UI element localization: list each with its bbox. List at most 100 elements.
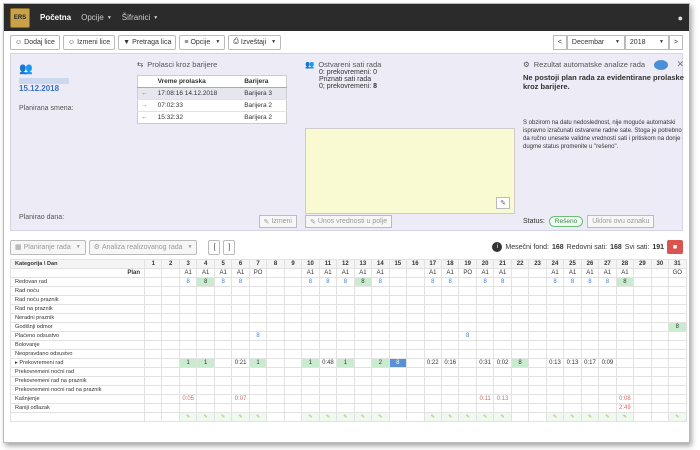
value-cell[interactable] [633, 277, 652, 287]
value-cell[interactable]: 0:16 [440, 358, 460, 368]
plan-cell[interactable]: A1 [475, 268, 495, 278]
value-cell[interactable] [371, 331, 390, 341]
status-badge[interactable]: Rešeno [548, 216, 584, 227]
value-cell[interactable]: 1 [301, 358, 320, 368]
table-row[interactable]: Rad na praznik [10, 304, 687, 314]
value-cell[interactable] [336, 394, 355, 404]
status-mark-icon[interactable]: ✎ [248, 412, 268, 422]
value-cell[interactable] [161, 403, 180, 413]
value-cell[interactable] [266, 376, 285, 386]
value-cell[interactable] [598, 367, 617, 377]
plan-cell[interactable] [406, 268, 425, 278]
value-cell[interactable] [283, 295, 303, 305]
value-cell[interactable] [440, 394, 460, 404]
value-cell[interactable] [598, 322, 617, 332]
value-cell[interactable] [440, 313, 460, 323]
value-cell[interactable] [196, 295, 215, 305]
value-cell[interactable] [615, 340, 635, 350]
value-cell[interactable] [388, 286, 408, 296]
value-cell[interactable] [563, 403, 582, 413]
value-cell[interactable] [510, 403, 530, 413]
value-cell[interactable] [318, 286, 338, 296]
value-cell[interactable]: 1 [178, 358, 198, 368]
value-cell[interactable] [353, 367, 373, 377]
value-cell[interactable] [161, 304, 180, 314]
value-cell[interactable] [510, 295, 530, 305]
value-cell[interactable] [406, 322, 425, 332]
value-cell[interactable] [668, 394, 687, 404]
value-cell[interactable]: 0:09 [598, 358, 617, 368]
value-cell[interactable] [388, 331, 408, 341]
value-cell[interactable] [475, 304, 495, 314]
plan-cell[interactable]: A1 [423, 268, 442, 278]
value-cell[interactable] [615, 286, 635, 296]
value-cell[interactable] [440, 322, 460, 332]
value-cell[interactable] [668, 313, 687, 323]
value-cell[interactable]: 8 [458, 331, 477, 341]
value-cell[interactable] [248, 394, 268, 404]
value-cell[interactable] [580, 322, 600, 332]
value-cell[interactable] [231, 313, 250, 323]
plan-cell[interactable] [143, 268, 163, 278]
value-cell[interactable] [475, 340, 495, 350]
value-cell[interactable] [475, 322, 495, 332]
pencil-icon[interactable]: ✎ [496, 197, 510, 209]
value-cell[interactable] [213, 286, 233, 296]
value-cell[interactable] [283, 403, 303, 413]
nav-home[interactable]: Početna [40, 13, 71, 22]
value-cell[interactable] [388, 277, 408, 287]
status-mark-icon[interactable] [650, 412, 670, 422]
value-cell[interactable] [336, 313, 355, 323]
value-cell[interactable] [196, 385, 215, 395]
value-cell[interactable] [318, 295, 338, 305]
value-cell[interactable] [423, 394, 442, 404]
value-cell[interactable] [266, 277, 285, 287]
value-cell[interactable] [178, 286, 198, 296]
enter-value-button[interactable]: ✎ Unos vrednosti u polje [305, 215, 393, 228]
plan-cell[interactable]: PO [458, 268, 477, 278]
value-cell[interactable] [371, 304, 390, 314]
value-cell[interactable] [178, 340, 198, 350]
bracket-left-button[interactable]: [ [208, 239, 221, 255]
value-cell[interactable] [266, 349, 285, 359]
value-cell[interactable] [493, 322, 512, 332]
value-cell[interactable] [161, 340, 180, 350]
value-cell[interactable] [668, 304, 687, 314]
status-mark-icon[interactable]: ✎ [493, 412, 512, 422]
status-mark-icon[interactable] [388, 412, 408, 422]
value-cell[interactable] [545, 295, 565, 305]
plan-cell[interactable]: A1 [301, 268, 320, 278]
value-cell[interactable] [371, 376, 390, 386]
value-cell[interactable] [633, 403, 652, 413]
table-row[interactable]: Raniji odlazak 2:49 [10, 403, 687, 413]
value-cell[interactable] [213, 331, 233, 341]
plan-cell[interactable]: A1 [371, 268, 390, 278]
value-cell[interactable] [633, 295, 652, 305]
notes-area[interactable]: ✎ [305, 128, 515, 214]
value-cell[interactable] [633, 394, 652, 404]
value-cell[interactable] [266, 385, 285, 395]
value-cell[interactable] [510, 340, 530, 350]
value-cell[interactable] [178, 322, 198, 332]
value-cell[interactable] [423, 304, 442, 314]
value-cell[interactable] [475, 349, 495, 359]
value-cell[interactable] [458, 313, 477, 323]
value-cell[interactable] [283, 313, 303, 323]
value-cell[interactable] [650, 358, 670, 368]
status-mark-icon[interactable]: ✎ [196, 412, 215, 422]
value-cell[interactable] [528, 394, 547, 404]
value-cell[interactable] [458, 403, 477, 413]
value-cell[interactable] [353, 349, 373, 359]
plan-label[interactable]: Plan [10, 268, 145, 278]
category-label[interactable]: Prekovremeni noćni rad [10, 367, 145, 377]
value-cell[interactable]: 8 [580, 277, 600, 287]
value-cell[interactable] [580, 349, 600, 359]
value-cell[interactable] [196, 331, 215, 341]
value-cell[interactable] [143, 367, 163, 377]
value-cell[interactable]: 8 [545, 277, 565, 287]
value-cell[interactable] [301, 286, 320, 296]
value-cell[interactable] [633, 331, 652, 341]
value-cell[interactable] [143, 304, 163, 314]
value-cell[interactable] [458, 394, 477, 404]
value-cell[interactable] [196, 403, 215, 413]
